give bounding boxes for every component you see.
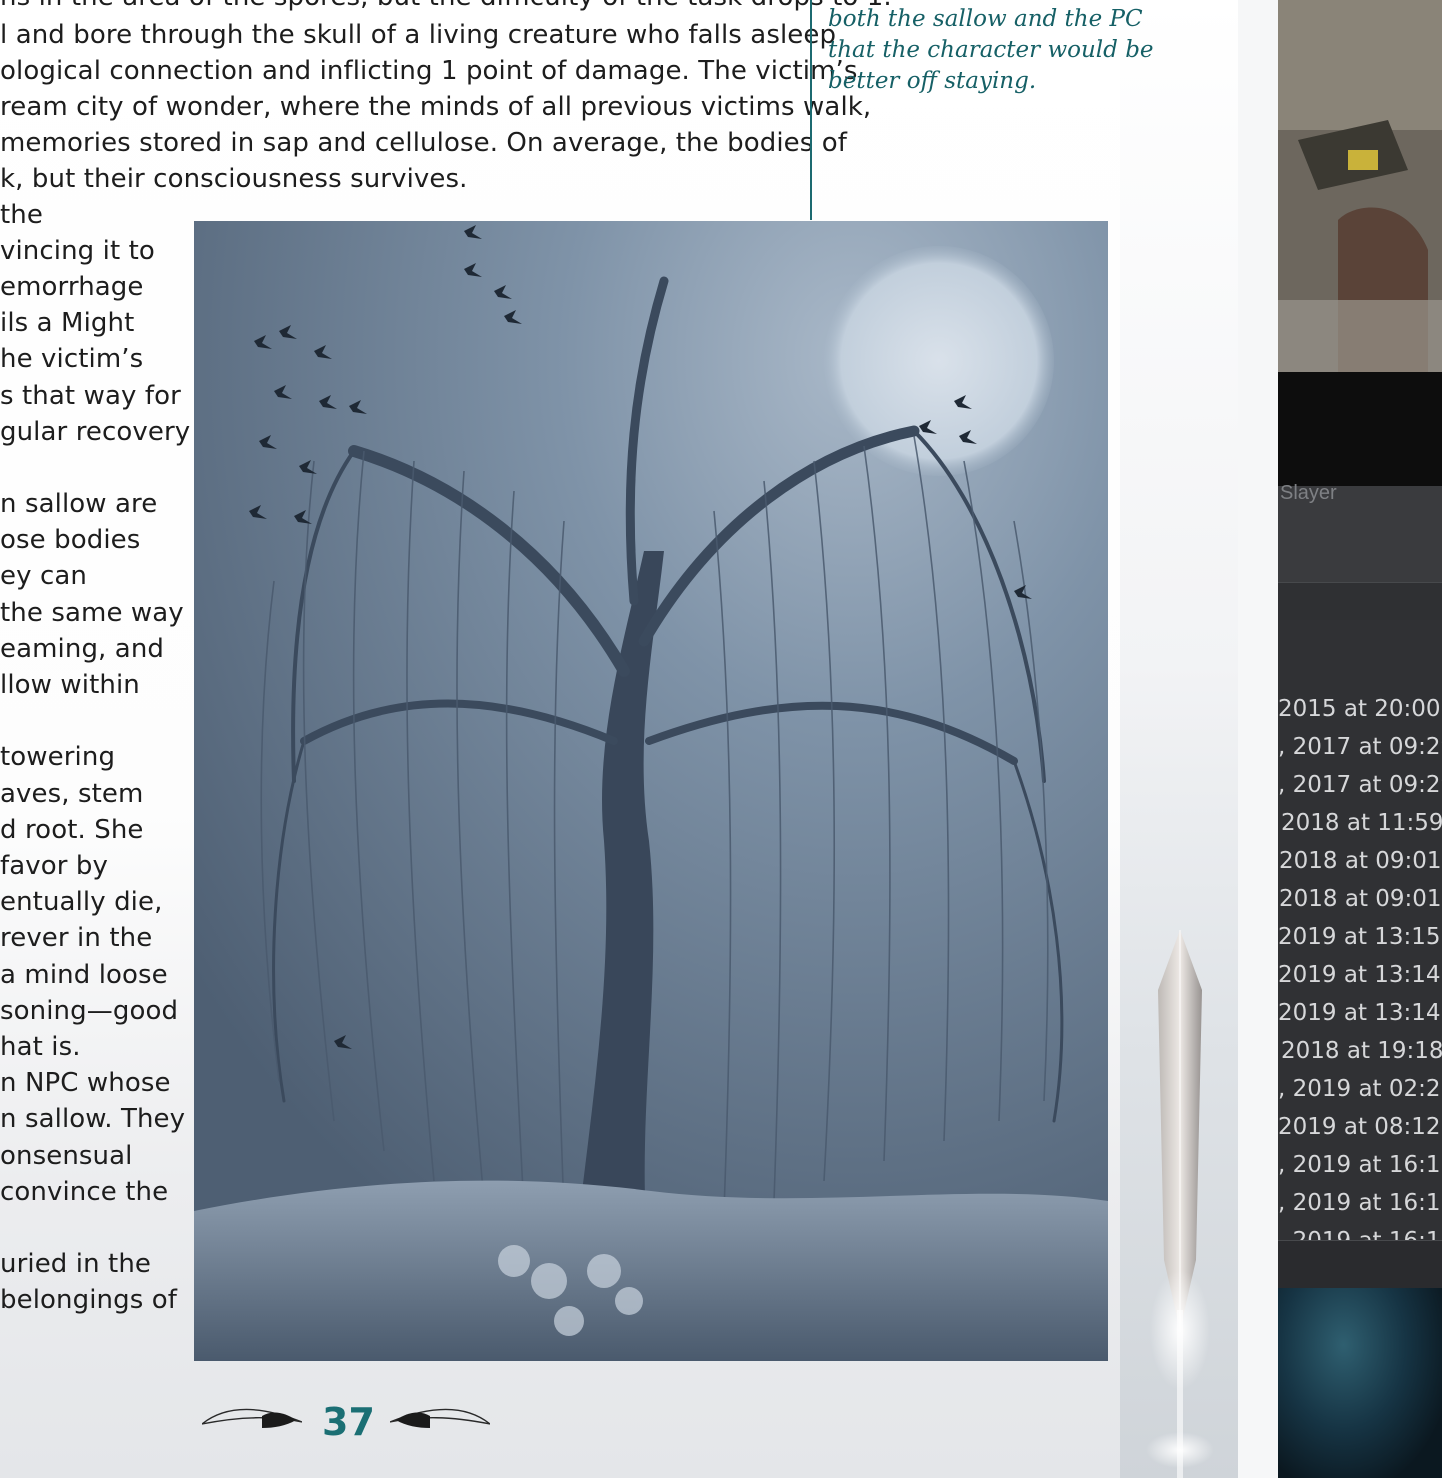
list-item-date[interactable]: 2018 at 09:01	[1279, 880, 1442, 918]
left-column-line: s that way for	[0, 381, 181, 411]
item-panel[interactable]: Slayer	[1278, 482, 1442, 582]
left-column-line: he victim’s	[0, 344, 144, 374]
list-item-date[interactable]: 2019 at 08:12	[1278, 1108, 1442, 1146]
crystal-obelisk-decoration	[1146, 930, 1214, 1478]
page-number: 37	[322, 1400, 375, 1444]
left-column-line: rever in the	[0, 923, 153, 953]
left-column-line: n NPC whose	[0, 1068, 171, 1098]
video-frame-image	[1278, 0, 1442, 372]
sidebar-text-line: that the character would be	[828, 37, 1154, 63]
list-item-date[interactable]: 2019 at 13:14	[1278, 956, 1442, 994]
sidebar-text-line: better off staying.	[828, 68, 1037, 94]
left-column-line: gular recovery	[0, 417, 191, 447]
left-column-line: favor by	[0, 851, 109, 881]
left-column-line: eaming, and	[0, 634, 165, 664]
list-item-date[interactable]: , 2017 at 09:29	[1278, 766, 1442, 804]
left-column-line: d root. She	[0, 815, 144, 845]
left-column-line: a mind loose	[0, 960, 168, 990]
willow-tree-illustration	[194, 221, 1108, 1361]
left-column-line: hat is.	[0, 1032, 81, 1062]
body-text-line: l and bore through the skull of a living…	[0, 20, 837, 50]
left-column-line: aves, stem	[0, 779, 144, 809]
toolbar-strip	[1278, 582, 1442, 621]
left-column-line: n sallow. They	[0, 1104, 186, 1134]
left-column-line: ey can	[0, 561, 87, 591]
left-column-line: vincing it to	[0, 236, 155, 266]
list-item-date[interactable]: , 2017 at 09:29	[1278, 728, 1442, 766]
list-item-date[interactable]: 2015 at 20:00	[1278, 690, 1442, 728]
video-controls-area	[1278, 372, 1442, 486]
body-text-line: ological connection and inflicting 1 poi…	[0, 56, 858, 86]
list-item-date[interactable]: , 2019 at 16:12	[1278, 1184, 1442, 1222]
left-column-line: soning—good	[0, 996, 179, 1026]
file-date-list[interactable]: 2015 at 20:00 , 2017 at 09:29 , 2017 at …	[1278, 620, 1442, 1240]
left-column-line: ils a Might	[0, 308, 135, 338]
left-column-line: the same way	[0, 598, 184, 628]
list-item-date[interactable]: 2018 at 19:18	[1281, 1032, 1442, 1070]
left-column-line: ose bodies	[0, 525, 141, 555]
list-item-date[interactable]: 2019 at 13:14	[1278, 994, 1442, 1032]
sidebar-text-line: both the sallow and the PC	[828, 6, 1143, 32]
column-divider	[810, 0, 812, 220]
list-item-date[interactable]: , 2019 at 16:11	[1278, 1222, 1442, 1240]
body-text-line: ream city of wonder, where the minds of …	[0, 92, 872, 122]
item-title: Slayer	[1280, 482, 1337, 504]
left-column-line: llow within	[0, 670, 140, 700]
left-bat-ornament	[202, 1408, 302, 1428]
left-column-line: entually die,	[0, 887, 163, 917]
left-column-line: onsensual	[0, 1141, 133, 1171]
left-column-line: the	[0, 200, 43, 230]
list-item-date[interactable]: 2018 at 11:59	[1281, 804, 1442, 842]
list-item-date[interactable]: , 2019 at 02:21	[1278, 1070, 1442, 1108]
left-column-line: towering	[0, 742, 116, 772]
list-item-date[interactable]: 2019 at 13:15	[1278, 918, 1442, 956]
wallpaper-background	[1278, 1288, 1442, 1478]
video-thumbnail[interactable]	[1278, 0, 1442, 372]
left-column-line: emorrhage	[0, 272, 144, 302]
left-column-line: convince the	[0, 1177, 169, 1207]
left-column-line: uried in the	[0, 1249, 151, 1279]
list-item-date[interactable]: 2018 at 09:01	[1279, 842, 1442, 880]
body-text-line: memories stored in sap and cellulose. On…	[0, 128, 848, 158]
background-app-window[interactable]: Slayer 2015 at 20:00 , 2017 at 09:29 , 2…	[1278, 0, 1442, 1478]
body-text-line: ns in the area of the spores, but the di…	[0, 0, 892, 12]
right-bat-ornament	[390, 1408, 490, 1428]
list-item-date[interactable]: , 2019 at 16:11	[1278, 1146, 1442, 1184]
page-right-margin	[1238, 0, 1278, 1478]
pdf-page: ns in the area of the spores, but the di…	[0, 0, 1279, 1478]
left-column-line: belongings of	[0, 1285, 177, 1315]
left-column-line: n sallow are	[0, 489, 158, 519]
status-strip	[1278, 1240, 1442, 1289]
body-text-line: k, but their consciousness survives.	[0, 164, 468, 194]
